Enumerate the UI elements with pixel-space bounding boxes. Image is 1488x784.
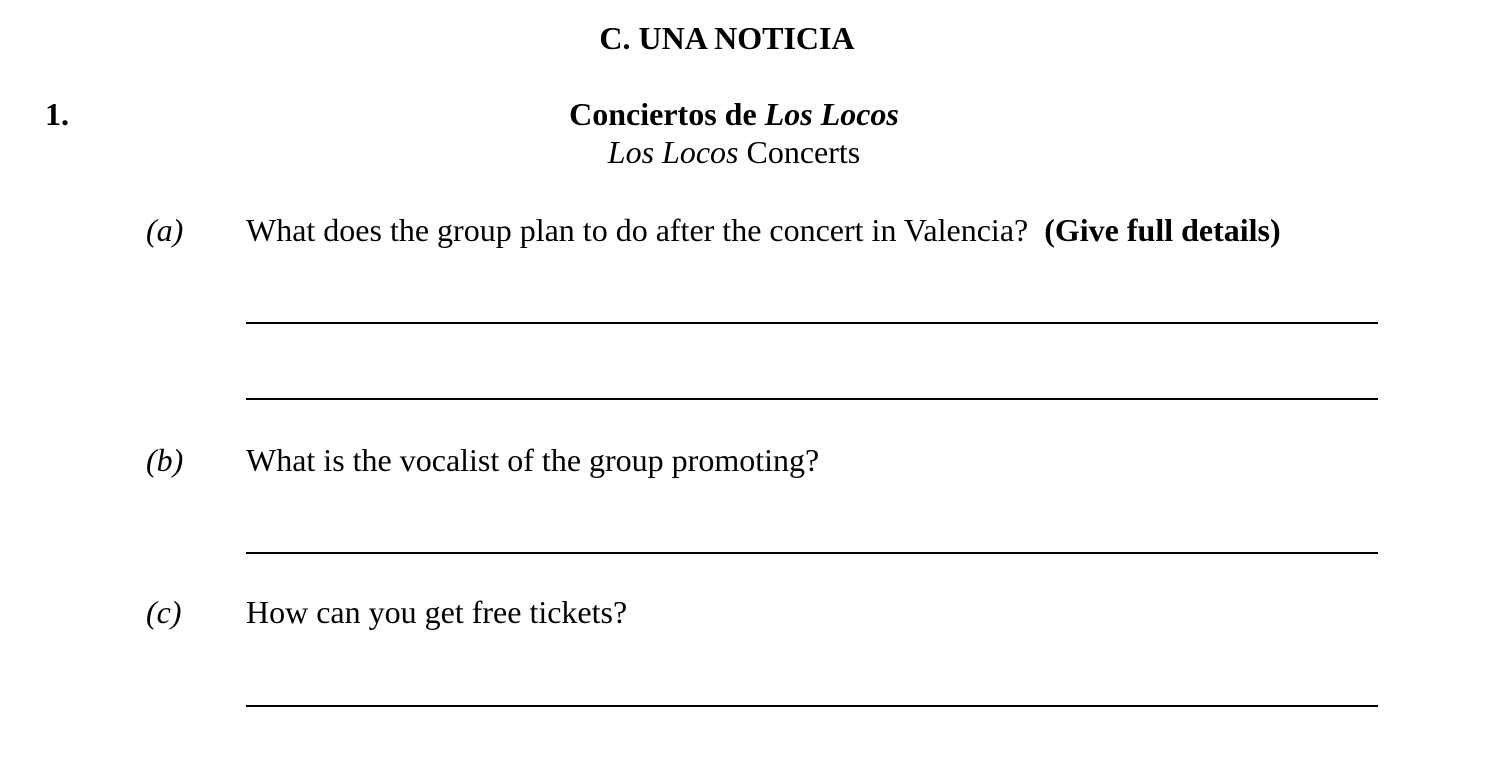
part-a-text: What does the group plan to do after the… <box>246 212 1029 248</box>
part-a-question: What does the group plan to do after the… <box>246 212 1281 249</box>
question-title-spanish: Conciertos de Los Locos <box>0 96 1468 133</box>
part-a-answer-line-1[interactable] <box>246 322 1378 324</box>
question-title-english: Los Locos Concerts <box>0 134 1468 171</box>
title-es-bold-part: Conciertos de <box>569 96 765 132</box>
part-b-question: What is the vocalist of the group promot… <box>246 442 820 478</box>
section-title: C. UNA NOTICIA <box>599 20 855 56</box>
title-en-plain-part: Concerts <box>738 134 861 170</box>
part-b-label: (b) <box>146 442 184 478</box>
part-c-question: How can you get free tickets? <box>246 594 628 630</box>
part-b-answer-line-1[interactable] <box>246 552 1378 554</box>
part-a-answer-line-2[interactable] <box>246 398 1378 400</box>
part-c-label: (c) <box>146 594 182 630</box>
title-es-italic-part: Los Locos <box>764 96 899 132</box>
part-a-emphasis: (Give full details) <box>1044 212 1281 248</box>
part-a-label: (a) <box>146 212 184 248</box>
part-c-answer-line-1[interactable] <box>246 705 1378 707</box>
title-en-italic-part: Los Locos <box>607 134 739 170</box>
